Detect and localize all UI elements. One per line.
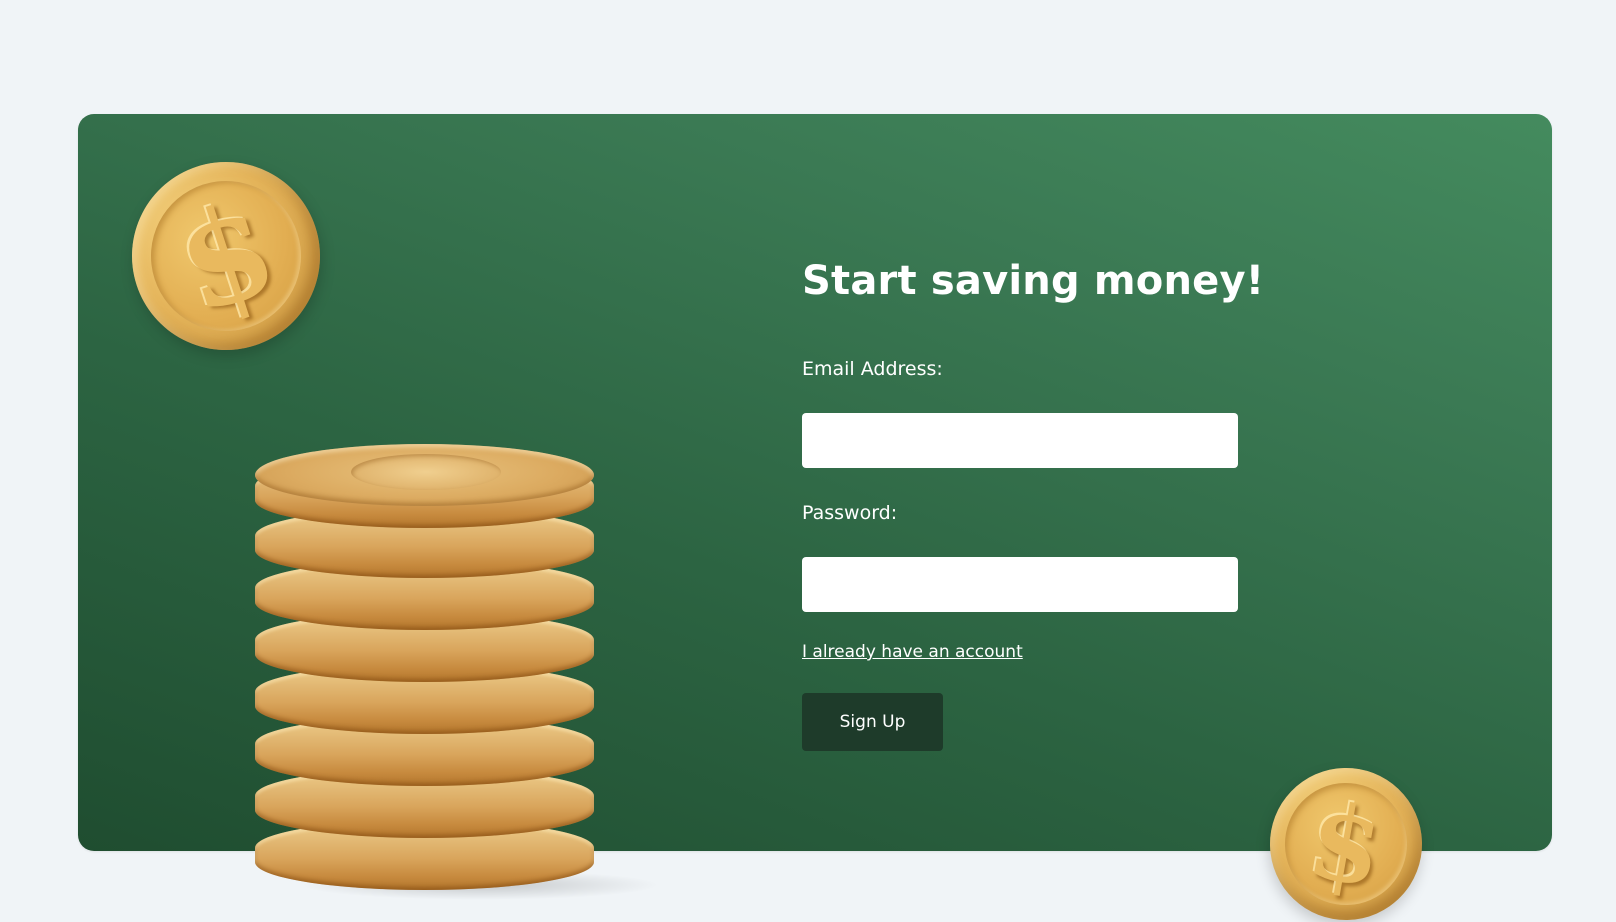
sign-up-button[interactable]: Sign Up [802, 693, 943, 751]
email-field[interactable] [802, 413, 1238, 468]
password-label: Password: [802, 502, 898, 524]
email-label: Email Address: [802, 358, 943, 380]
coin-stack-icon [255, 444, 594, 894]
password-field[interactable] [802, 557, 1238, 612]
dollar-sign-icon: $ [159, 169, 293, 343]
signup-form: Start saving money! Email Address: Passw… [802, 258, 1265, 751]
coin-stack-top [255, 444, 594, 506]
page-title: Start saving money! [802, 258, 1265, 304]
login-link[interactable]: I already have an account [802, 642, 1023, 662]
page: $ $ Start saving money! Email Address: P… [0, 0, 1616, 922]
